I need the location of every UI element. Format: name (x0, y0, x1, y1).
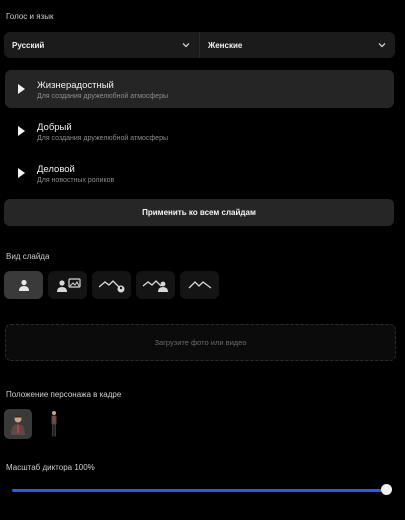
view-avatar-with-image-button[interactable] (48, 271, 87, 299)
background-icon (188, 281, 211, 289)
voice-section-title: Голос и язык (6, 12, 54, 21)
voice-description: Для создания дружелюбной атмосферы (37, 93, 169, 100)
language-select[interactable]: Русский (4, 32, 199, 58)
voice-option-kind[interactable]: Добрый Для создания дружелюбной атмосфер… (5, 112, 394, 150)
upload-media-dropzone[interactable]: Загрузите фото или видео (5, 324, 396, 361)
slide-view-title: Вид слайда (6, 252, 50, 261)
view-background-with-group-button[interactable] (136, 271, 175, 299)
voice-name: Деловой (37, 164, 75, 175)
apply-to-all-slides-button[interactable]: Применить ко всем слайдам (4, 199, 394, 226)
character-position-title: Положение персонажа в кадре (6, 390, 122, 399)
play-icon[interactable] (18, 168, 25, 178)
play-icon[interactable] (18, 84, 25, 94)
position-full-body-button[interactable] (40, 409, 68, 439)
view-avatar-only-button[interactable] (4, 271, 43, 299)
upload-label: Загрузите фото или видео (154, 338, 247, 347)
voice-name: Добрый (37, 122, 72, 133)
position-half-body-button[interactable] (4, 409, 32, 439)
voice-option-business[interactable]: Деловой Для новостных роликов (5, 154, 394, 192)
voice-description: Для новостных роликов (37, 177, 115, 184)
voice-selects: Русский Женские (4, 32, 395, 58)
background-with-group-icon (142, 280, 168, 292)
chevron-down-icon (378, 43, 386, 48)
view-background-only-button[interactable] (180, 271, 219, 299)
chevron-down-icon (182, 43, 190, 48)
avatar-icon (18, 279, 29, 291)
view-background-with-avatar-button[interactable] (92, 271, 131, 299)
voice-description: Для создания дружелюбной атмосферы (37, 135, 169, 142)
full-body-avatar-icon (51, 411, 57, 437)
voice-name: Жизнерадостный (37, 80, 114, 91)
avatar-with-image-icon (56, 278, 81, 292)
background-with-avatar-icon (98, 280, 124, 293)
gender-select-value: Женские (208, 40, 243, 50)
speaker-scale-slider-track[interactable] (12, 489, 386, 492)
voice-option-cheerful[interactable]: Жизнерадостный Для создания дружелюбной … (5, 70, 394, 108)
half-body-avatar-icon (11, 415, 25, 435)
gender-select[interactable]: Женские (199, 32, 395, 58)
language-select-value: Русский (12, 40, 45, 50)
speaker-scale-label: Масштаб диктора 100% (6, 463, 95, 472)
speaker-scale-slider-thumb[interactable] (381, 484, 392, 495)
play-icon[interactable] (18, 126, 25, 136)
